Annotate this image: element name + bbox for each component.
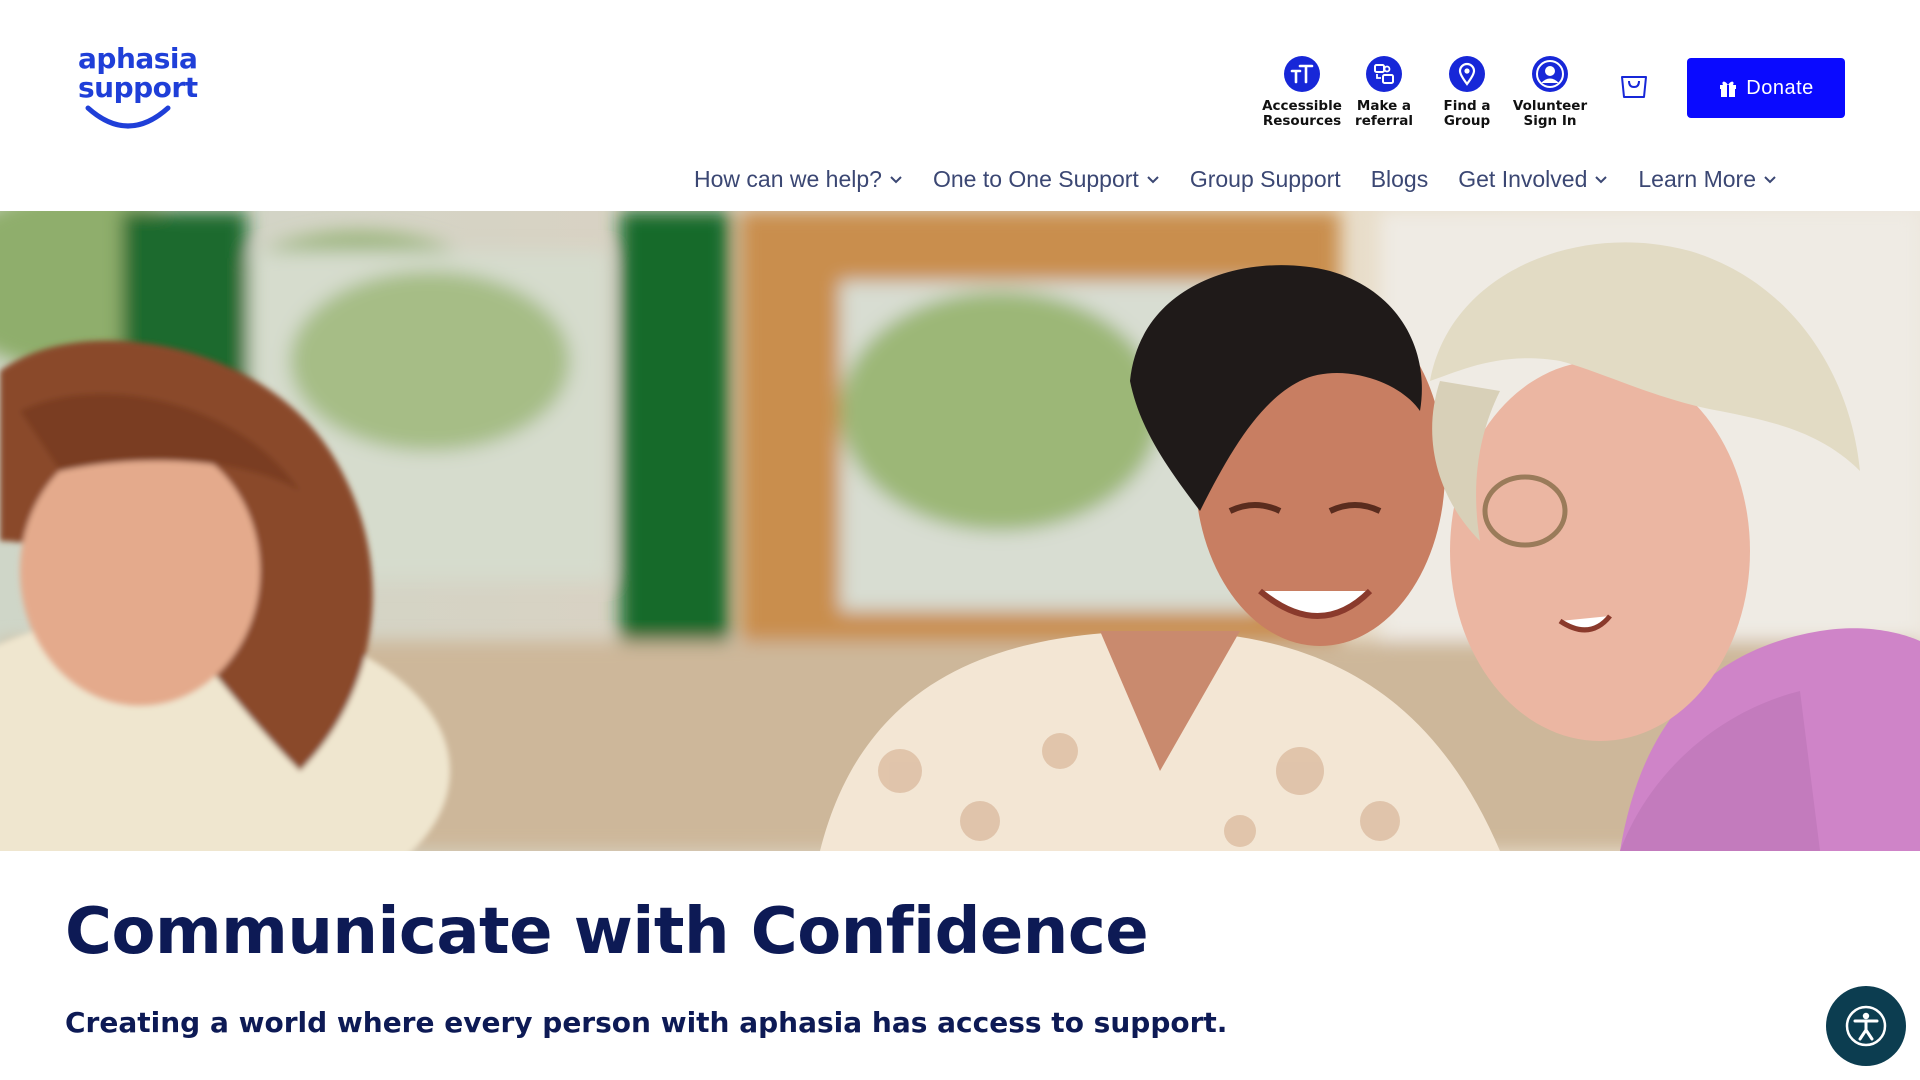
nav-label: How can we help? <box>694 166 882 192</box>
utility-find-group[interactable]: Find a Group <box>1421 56 1513 136</box>
accessibility-button[interactable] <box>1826 986 1906 1066</box>
utility-accessible-resources[interactable]: Accessible Resources <box>1256 56 1348 136</box>
site-header: aphasia support Accessible Resources Mak… <box>0 0 1920 211</box>
nav-label: Group Support <box>1189 166 1341 192</box>
utility-label: Find a Group <box>1443 98 1491 129</box>
logo-smile-icon <box>85 105 171 129</box>
utility-volunteer-sign-in[interactable]: Volunteer Sign In <box>1504 56 1596 136</box>
utility-label: Make a referral <box>1355 98 1413 129</box>
nav-label: One to One Support <box>932 166 1139 192</box>
donate-label: Donate <box>1746 76 1814 99</box>
hero-photo <box>0 211 1920 851</box>
donate-button[interactable]: Donate <box>1687 58 1845 118</box>
nav-item-group-support[interactable]: Group Support <box>1190 166 1341 193</box>
utility-make-referral[interactable]: Make a referral <box>1338 56 1430 136</box>
text-size-icon <box>1284 56 1320 92</box>
chevron-down-icon <box>890 175 902 183</box>
cart-icon[interactable] <box>1617 68 1651 102</box>
logo-line-2: support <box>78 71 198 104</box>
map-pin-icon <box>1449 56 1485 92</box>
nav-item-learn-more[interactable]: Learn More <box>1638 166 1777 193</box>
page-title: Communicate with Confidence <box>65 895 1149 969</box>
gift-icon <box>1720 81 1737 97</box>
nav-item-get-involved[interactable]: Get Involved <box>1458 166 1608 193</box>
accessibility-icon <box>1845 1005 1887 1047</box>
nav-label: Blogs <box>1370 166 1429 192</box>
nav-label: Learn More <box>1638 166 1756 192</box>
nav-item-how-can-we-help[interactable]: How can we help? <box>694 166 903 193</box>
utility-label: Volunteer Sign In <box>1512 98 1588 129</box>
utility-label: Accessible Resources <box>1262 98 1342 129</box>
chevron-down-icon <box>1147 175 1159 183</box>
user-icon <box>1532 56 1568 92</box>
page-subtitle: Creating a world where every person with… <box>65 1006 1228 1039</box>
referral-icon <box>1366 56 1402 92</box>
nav-item-blogs[interactable]: Blogs <box>1371 166 1429 193</box>
chevron-down-icon <box>1764 175 1776 183</box>
logo-line-1: aphasia <box>78 42 198 75</box>
logo[interactable]: aphasia support <box>78 44 202 134</box>
main-nav: How can we help? One to One Support Grou… <box>694 166 1777 193</box>
chevron-down-icon <box>1595 175 1608 183</box>
nav-label: Get Involved <box>1458 166 1588 192</box>
nav-item-one-to-one-support[interactable]: One to One Support <box>933 166 1160 193</box>
hero-image <box>0 211 1920 851</box>
